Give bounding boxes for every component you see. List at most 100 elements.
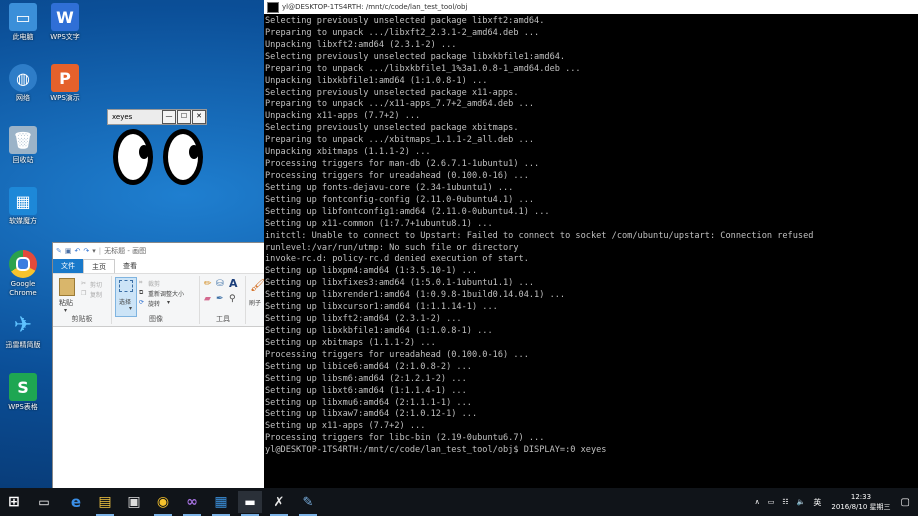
taskbar-edge[interactable]: e <box>64 491 88 513</box>
eraser-icon[interactable]: ▰ <box>204 294 211 304</box>
terminal-line: Selecting previously unselected package … <box>265 16 545 26</box>
terminal-line: Processing triggers for man-db (2.6.7.1-… <box>265 159 540 170</box>
volume-icon[interactable]: 🔈 <box>797 498 806 506</box>
desktop-icon-ruanmei[interactable]: ▦ 软媒魔方 <box>0 187 46 226</box>
terminal-line: Preparing to unpack .../libxkbfile1_1%3a… <box>265 63 581 74</box>
desktop-icon-wps-presentation[interactable]: P WPS演示 <box>42 64 88 103</box>
battery-icon[interactable]: ▭ <box>768 498 775 506</box>
terminal-line: Unpacking x11-apps (7.7+2) ... <box>265 111 421 122</box>
paint-window[interactable]: ✎ ▣ ↶ ↷ ▾ | 无标题 - 画图 文件 主页 查看 粘贴 ▾ ✂ 剪切 … <box>52 242 267 490</box>
xeyes-app-icon: ✗ <box>273 494 285 510</box>
terminal-line: Preparing to unpack .../x11-apps_7.7+2_a… <box>265 99 535 110</box>
tab-file[interactable]: 文件 <box>53 259 83 273</box>
terminal-line: runlevel:/var/run/utmp: No such file or … <box>265 242 519 253</box>
desktop-icon-this-pc[interactable]: ▭ 此电脑 <box>0 3 46 42</box>
store-icon: ▣ <box>127 494 141 510</box>
terminal-line: Setting up libxrender1:amd64 (1:0.9.8-1b… <box>265 290 566 301</box>
save-icon[interactable]: ▣ <box>65 247 72 255</box>
brush-button[interactable]: 刷子 <box>249 298 261 307</box>
rotate-icon: ⟳ <box>139 299 145 306</box>
taskbar-chrome[interactable]: ◉ <box>151 491 175 516</box>
taskbar-xeyes[interactable]: ✗ <box>267 491 291 516</box>
redo-icon[interactable]: ↷ <box>83 247 89 255</box>
close-button[interactable]: ✕ <box>192 110 206 124</box>
pencil-icon[interactable]: ✏ <box>204 279 212 289</box>
terminal-line: Setting up libxaw7:amd64 (2:1.0.12-1) ..… <box>265 409 478 420</box>
rotate-dropdown-icon[interactable]: ▾ <box>167 299 170 306</box>
desktop-icon-chrome[interactable]: Google Chrome <box>0 250 46 298</box>
xeyes-window[interactable]: xeyes — ☐ ✕ <box>107 109 207 193</box>
terminal-line: Setting up libxft2:amd64 (2.3.1-2) ... <box>265 314 462 325</box>
resize-button[interactable]: 重新调整大小 <box>148 289 184 298</box>
clock[interactable]: 12:33 2016/8/10 星期三 <box>831 492 890 512</box>
file-explorer-icon: ▤ <box>98 494 112 510</box>
taskbar-store[interactable]: ▣ <box>122 491 146 513</box>
terminal-titlebar[interactable]: yl@DESKTOP-1TS4RTH: /mnt/c/code/lan_test… <box>264 0 918 14</box>
terminal-line: Processing triggers for libc-bin (2.19-0… <box>265 433 545 444</box>
taskbar-visual-studio[interactable]: ∞ <box>180 491 204 516</box>
clipboard-group-label: 剪贴板 <box>71 315 93 323</box>
desktop-icon-wps-writer[interactable]: W WPS文字 <box>42 3 88 42</box>
tab-view[interactable]: 查看 <box>115 259 145 273</box>
taskbar-app-window[interactable]: ▦ <box>209 491 233 516</box>
task-view-button[interactable]: ▭ <box>32 491 56 513</box>
taskbar-file-explorer[interactable]: ▤ <box>93 491 117 516</box>
paint-titlebar[interactable]: ✎ ▣ ↶ ↷ ▾ | 无标题 - 画图 <box>53 243 266 259</box>
quick-access-dropdown-icon[interactable]: ▾ <box>92 247 96 255</box>
brush-icon[interactable]: 🖌 <box>250 278 265 292</box>
tab-home[interactable]: 主页 <box>83 259 115 273</box>
terminal-line: Setting up libxfixes3:amd64 (1:5.0.1-1ub… <box>265 278 535 289</box>
terminal-window[interactable]: yl@DESKTOP-1TS4RTH: /mnt/c/code/lan_test… <box>264 0 918 488</box>
cut-button[interactable]: 剪切 <box>90 280 102 289</box>
paste-icon <box>59 278 75 296</box>
terminal-line: Setting up libice6:amd64 (2:1.0.8-2) ... <box>265 361 472 372</box>
terminal-line: initctl: Unable to connect to Upstart: F… <box>265 230 814 241</box>
maximize-button[interactable]: ☐ <box>177 110 191 124</box>
desktop-icon-wps-spreadsheet[interactable]: S WPS表格 <box>0 373 46 412</box>
undo-icon[interactable]: ↶ <box>75 247 81 255</box>
terminal-line: Setting up libfontconfig1:amd64 (2.11.0-… <box>265 206 550 217</box>
rotate-button[interactable]: 旋转 <box>148 299 160 308</box>
terminal-line: Setting up libxcursor1:amd64 (1:1.1.14-1… <box>265 302 498 313</box>
terminal-icon: ▬ <box>244 495 256 509</box>
clock-time: 12:33 <box>850 493 872 501</box>
magnifier-icon[interactable]: ⚲ <box>229 294 236 304</box>
taskbar-terminal[interactable]: ▬ <box>238 491 262 516</box>
separator: | <box>98 247 102 255</box>
taskbar: ⊞ ▭ e ▤ ▣ ◉ ∞ ▦ ▬ ✗ ✎ ∧ ▭ ☷ 🔈 英 12:33 20… <box>0 488 918 516</box>
taskbar-paint[interactable]: ✎ <box>296 491 320 516</box>
crop-button[interactable]: 裁剪 <box>148 279 160 288</box>
terminal-line: Processing triggers for ureadahead (0.10… <box>265 170 529 181</box>
terminal-line: Selecting previously unselected package … <box>265 51 566 62</box>
edge-icon: e <box>70 493 82 511</box>
paint-app-icon: ✎ <box>56 247 62 255</box>
desktop-icon-recycle-bin[interactable]: 🗑 回收站 <box>0 126 46 165</box>
minimize-button[interactable]: — <box>162 110 176 124</box>
desktop-icon-network[interactable]: ◍ 网络 <box>0 64 46 103</box>
terminal-line: Setting up fontconfig-config (2.11.0-0ub… <box>265 194 535 205</box>
paste-dropdown-icon[interactable]: ▾ <box>64 307 67 314</box>
xeyes-titlebar[interactable]: xeyes — ☐ ✕ <box>107 109 207 125</box>
left-pupil <box>139 145 149 159</box>
fill-icon[interactable]: ⛁ <box>216 279 224 289</box>
terminal-line: Preparing to unpack .../libxft2_2.3.1-2_… <box>265 27 540 38</box>
recycle-bin-icon: 🗑 <box>9 126 37 154</box>
paint-icon: ✎ <box>302 494 314 510</box>
copy-button[interactable]: 复制 <box>90 290 102 299</box>
network-icon[interactable]: ☷ <box>782 498 788 506</box>
terminal-title: yl@DESKTOP-1TS4RTH: /mnt/c/code/lan_test… <box>282 3 468 11</box>
ime-indicator[interactable]: 英 <box>813 497 821 508</box>
chevron-up-icon[interactable]: ∧ <box>755 498 760 506</box>
tools-group-label: 工具 <box>216 315 230 323</box>
resize-icon: ⧉ <box>139 289 144 296</box>
paint-canvas-area[interactable] <box>53 327 266 489</box>
terminal-app-icon <box>267 1 279 13</box>
start-button[interactable]: ⊞ <box>2 491 26 513</box>
tools-group: ✏ ⛁ A ▰ ✒ ⚲ 工具 <box>201 276 246 324</box>
terminal-output[interactable]: Selecting previously unselected package … <box>265 16 918 457</box>
notification-center-icon[interactable]: ▢ <box>901 497 910 508</box>
desktop-icon-xunlei[interactable]: ✈ 迅雷精简版 <box>0 311 46 350</box>
color-picker-icon[interactable]: ✒ <box>216 294 224 304</box>
task-view-icon: ▭ <box>38 495 50 509</box>
text-icon[interactable]: A <box>229 277 238 290</box>
